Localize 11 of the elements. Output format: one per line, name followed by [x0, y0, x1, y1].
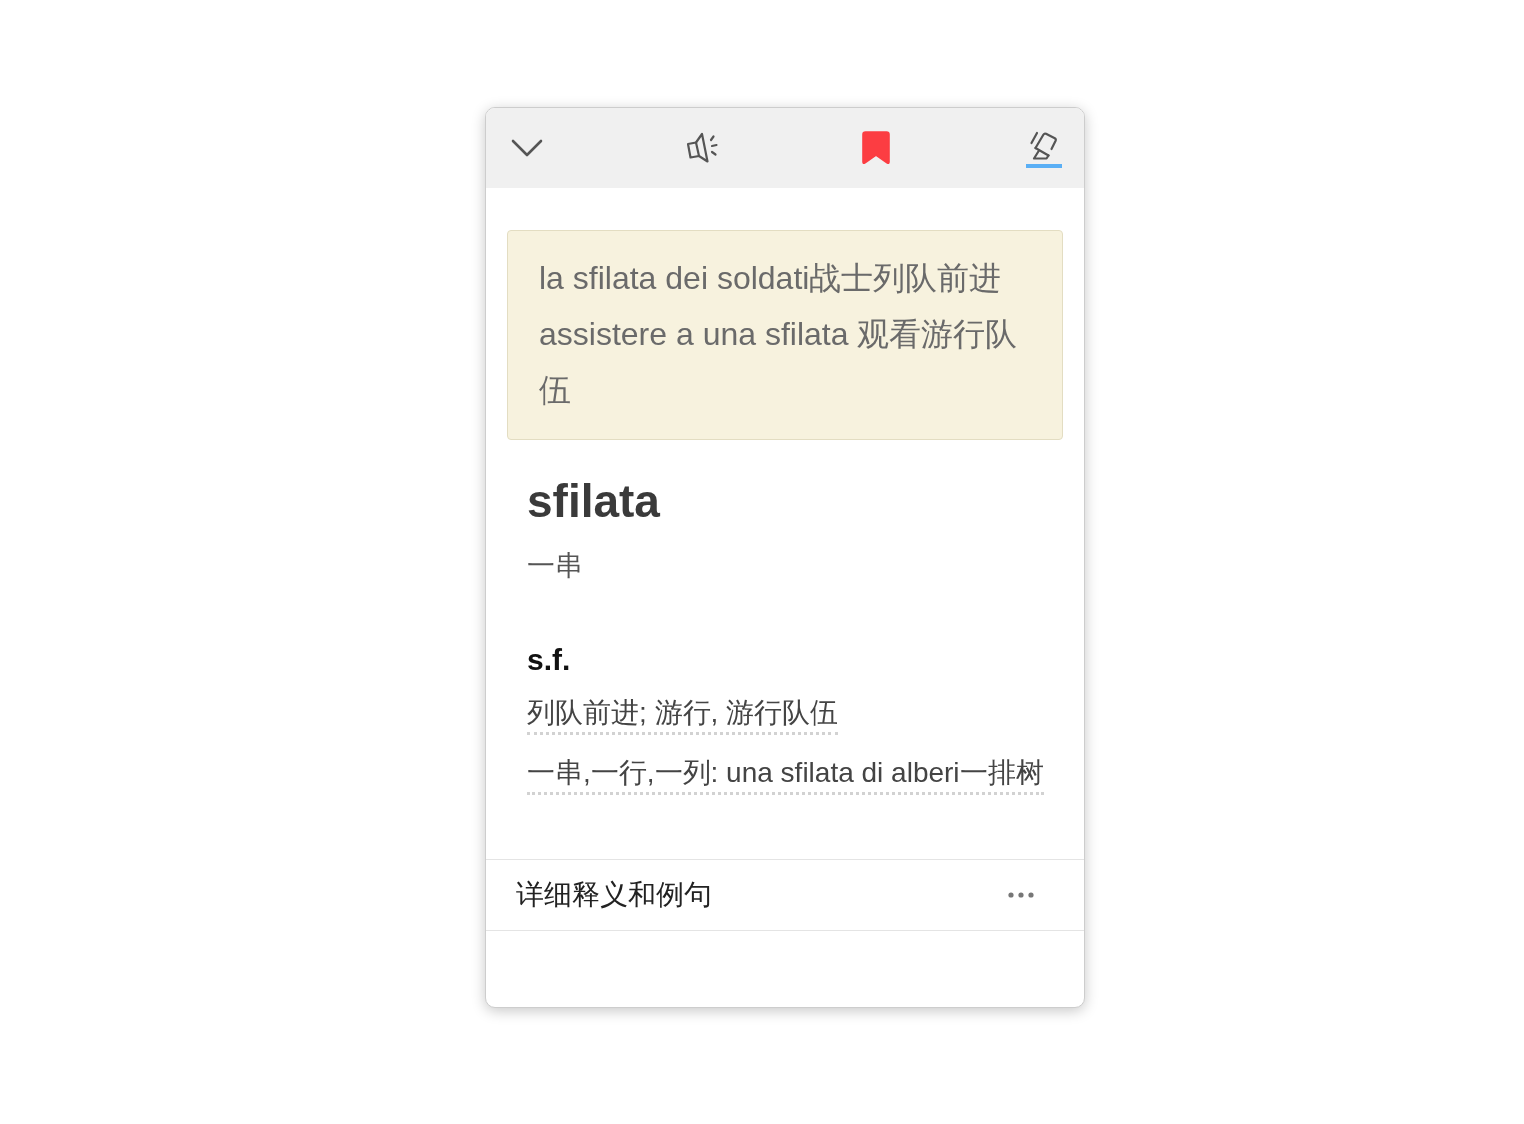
- part-of-speech: s.f.: [527, 642, 571, 678]
- example-sentence: la sfilata dei soldati战士列队前进: [539, 259, 1003, 298]
- example-sentence: assistere a una sfilata 观看游行队伍: [539, 315, 1019, 410]
- details-link[interactable]: 详细释义和例句: [516, 877, 712, 913]
- definition: 列队前进; 游行, 游行队伍: [527, 695, 839, 735]
- short-gloss: 一串: [527, 549, 583, 583]
- headword: sfilata: [527, 474, 660, 529]
- highlighter-icon: [1028, 130, 1059, 161]
- definition: 一串,一行,一列: una sfilata di alberi一排树: [527, 755, 1044, 795]
- chevron-down-icon: [511, 139, 543, 157]
- more-icon: [1008, 892, 1034, 898]
